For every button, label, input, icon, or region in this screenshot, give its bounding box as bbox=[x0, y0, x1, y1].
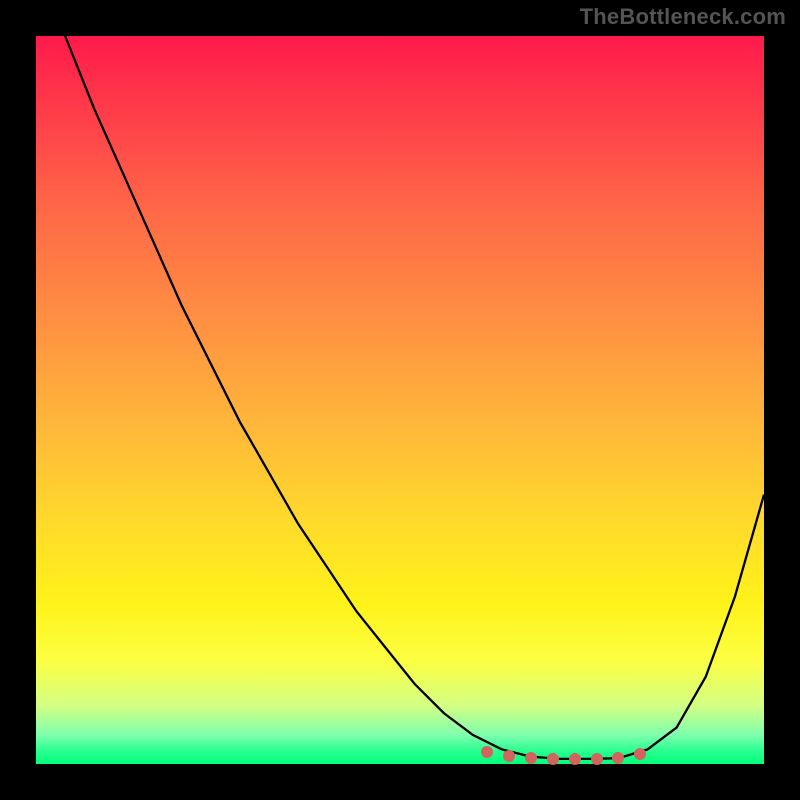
gradient-plot-area bbox=[36, 36, 764, 764]
sweet-spot-dot bbox=[503, 750, 515, 762]
sweet-spot-dot bbox=[612, 752, 624, 764]
figure-frame: TheBottleneck.com bbox=[0, 0, 800, 800]
sweet-spot-dot bbox=[634, 748, 646, 760]
sweet-spot-dot bbox=[547, 753, 559, 765]
sweet-spot-dot bbox=[525, 752, 537, 764]
sweet-spot-dots bbox=[36, 36, 764, 764]
sweet-spot-dot bbox=[591, 753, 603, 765]
attribution-text: TheBottleneck.com bbox=[580, 4, 786, 30]
sweet-spot-dot bbox=[481, 746, 493, 758]
sweet-spot-dot bbox=[569, 753, 581, 765]
